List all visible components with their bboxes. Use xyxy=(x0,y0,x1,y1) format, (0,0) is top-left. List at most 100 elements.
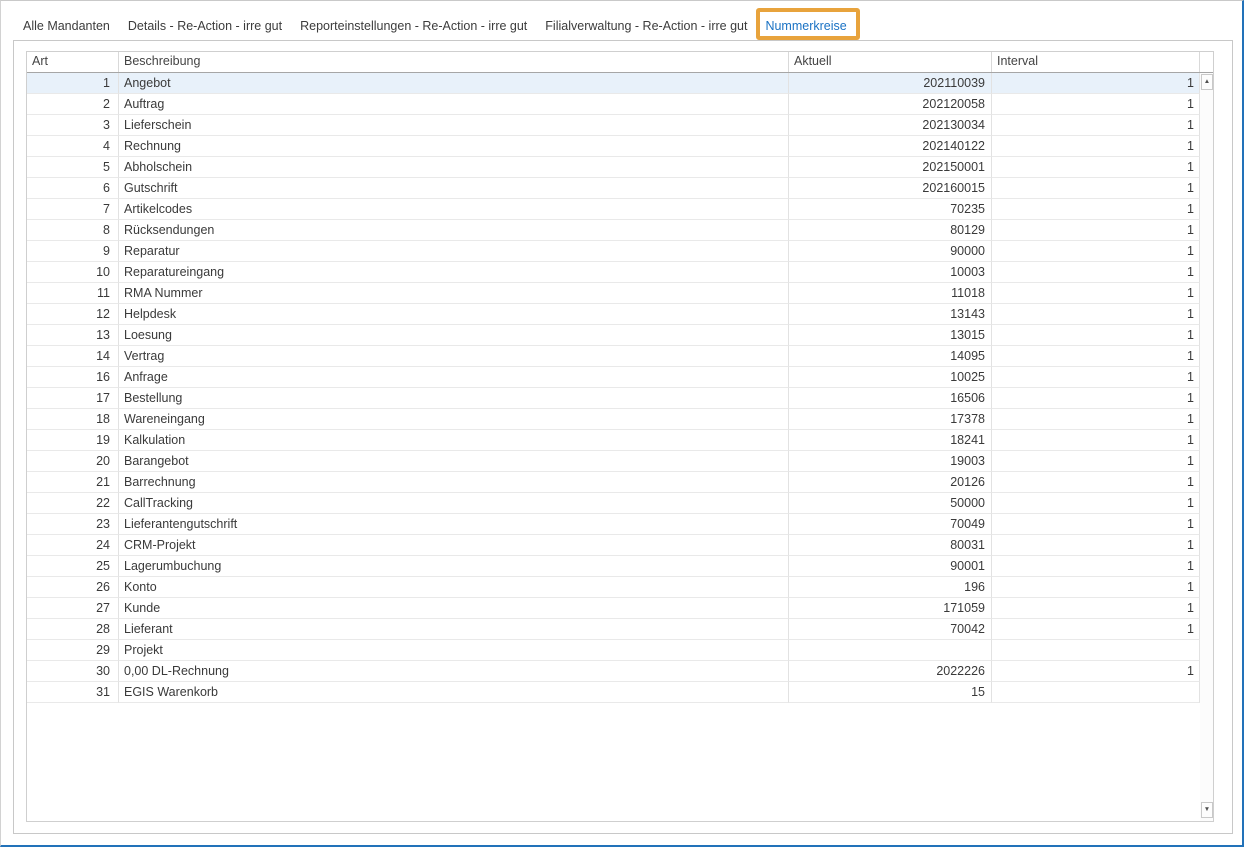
table-row[interactable]: 8Rücksendungen801291 xyxy=(27,220,1200,241)
cell-aktuell[interactable]: 202130034 xyxy=(789,115,992,136)
table-row[interactable]: 29Projekt xyxy=(27,640,1200,661)
cell-aktuell[interactable]: 15 xyxy=(789,682,992,703)
cell-aktuell[interactable]: 202140122 xyxy=(789,136,992,157)
cell-beschreibung[interactable]: Barrechnung xyxy=(119,472,789,493)
cell-interval[interactable]: 1 xyxy=(992,94,1200,115)
cell-aktuell[interactable]: 10025 xyxy=(789,367,992,388)
cell-beschreibung[interactable]: Lieferantengutschrift xyxy=(119,514,789,535)
cell-interval[interactable]: 1 xyxy=(992,388,1200,409)
cell-beschreibung[interactable]: Barangebot xyxy=(119,451,789,472)
cell-aktuell[interactable]: 70049 xyxy=(789,514,992,535)
scroll-up-button[interactable]: ▲ xyxy=(1201,74,1213,90)
cell-art[interactable]: 24 xyxy=(27,535,119,556)
cell-beschreibung[interactable]: 0,00 DL-Rechnung xyxy=(119,661,789,682)
tab-details-re-action-irre-gut[interactable]: Details - Re-Action - irre gut xyxy=(128,17,282,35)
table-row[interactable]: 10Reparatureingang100031 xyxy=(27,262,1200,283)
cell-art[interactable]: 26 xyxy=(27,577,119,598)
cell-aktuell[interactable]: 2022226 xyxy=(789,661,992,682)
table-row[interactable]: 7Artikelcodes702351 xyxy=(27,199,1200,220)
table-row[interactable]: 12Helpdesk131431 xyxy=(27,304,1200,325)
cell-beschreibung[interactable]: Loesung xyxy=(119,325,789,346)
cell-art[interactable]: 11 xyxy=(27,283,119,304)
cell-aktuell[interactable]: 90000 xyxy=(789,241,992,262)
cell-aktuell[interactable]: 90001 xyxy=(789,556,992,577)
table-row[interactable]: 300,00 DL-Rechnung20222261 xyxy=(27,661,1200,682)
cell-beschreibung[interactable]: Projekt xyxy=(119,640,789,661)
cell-beschreibung[interactable]: Wareneingang xyxy=(119,409,789,430)
cell-art[interactable]: 10 xyxy=(27,262,119,283)
cell-art[interactable]: 13 xyxy=(27,325,119,346)
cell-beschreibung[interactable]: EGIS Warenkorb xyxy=(119,682,789,703)
cell-beschreibung[interactable]: Gutschrift xyxy=(119,178,789,199)
cell-aktuell[interactable]: 202160015 xyxy=(789,178,992,199)
cell-art[interactable]: 19 xyxy=(27,430,119,451)
table-row[interactable]: 24CRM-Projekt800311 xyxy=(27,535,1200,556)
cell-art[interactable]: 14 xyxy=(27,346,119,367)
cell-aktuell[interactable]: 171059 xyxy=(789,598,992,619)
table-row[interactable]: 20Barangebot190031 xyxy=(27,451,1200,472)
cell-interval[interactable] xyxy=(992,682,1200,703)
cell-beschreibung[interactable]: Reparatureingang xyxy=(119,262,789,283)
cell-aktuell[interactable]: 80129 xyxy=(789,220,992,241)
cell-art[interactable]: 7 xyxy=(27,199,119,220)
cell-art[interactable]: 18 xyxy=(27,409,119,430)
table-row[interactable]: 6Gutschrift2021600151 xyxy=(27,178,1200,199)
cell-beschreibung[interactable]: Lieferschein xyxy=(119,115,789,136)
cell-beschreibung[interactable]: Helpdesk xyxy=(119,304,789,325)
column-header-interval[interactable]: Interval xyxy=(992,52,1200,72)
cell-interval[interactable]: 1 xyxy=(992,535,1200,556)
cell-art[interactable]: 4 xyxy=(27,136,119,157)
cell-aktuell[interactable]: 17378 xyxy=(789,409,992,430)
cell-art[interactable]: 27 xyxy=(27,598,119,619)
table-row[interactable]: 9Reparatur900001 xyxy=(27,241,1200,262)
cell-beschreibung[interactable]: Angebot xyxy=(119,73,789,94)
cell-art[interactable]: 22 xyxy=(27,493,119,514)
cell-beschreibung[interactable]: RMA Nummer xyxy=(119,283,789,304)
cell-interval[interactable]: 1 xyxy=(992,199,1200,220)
table-row[interactable]: 17Bestellung165061 xyxy=(27,388,1200,409)
cell-aktuell[interactable]: 19003 xyxy=(789,451,992,472)
cell-art[interactable]: 12 xyxy=(27,304,119,325)
cell-art[interactable]: 2 xyxy=(27,94,119,115)
table-row[interactable]: 21Barrechnung201261 xyxy=(27,472,1200,493)
cell-aktuell[interactable]: 80031 xyxy=(789,535,992,556)
column-header-beschreibung[interactable]: Beschreibung xyxy=(119,52,789,72)
table-row[interactable]: 28Lieferant700421 xyxy=(27,619,1200,640)
cell-art[interactable]: 8 xyxy=(27,220,119,241)
table-row[interactable]: 25Lagerumbuchung900011 xyxy=(27,556,1200,577)
column-header-aktuell[interactable]: Aktuell xyxy=(789,52,992,72)
scroll-down-button[interactable]: ▼ xyxy=(1201,802,1213,818)
cell-interval[interactable]: 1 xyxy=(992,493,1200,514)
table-row[interactable]: 27Kunde1710591 xyxy=(27,598,1200,619)
cell-art[interactable]: 9 xyxy=(27,241,119,262)
cell-interval[interactable]: 1 xyxy=(992,577,1200,598)
cell-interval[interactable]: 1 xyxy=(992,283,1200,304)
cell-beschreibung[interactable]: Reparatur xyxy=(119,241,789,262)
cell-art[interactable]: 3 xyxy=(27,115,119,136)
cell-interval[interactable]: 1 xyxy=(992,115,1200,136)
cell-aktuell[interactable]: 13015 xyxy=(789,325,992,346)
cell-art[interactable]: 17 xyxy=(27,388,119,409)
cell-art[interactable]: 20 xyxy=(27,451,119,472)
cell-beschreibung[interactable]: Kunde xyxy=(119,598,789,619)
table-row[interactable]: 1Angebot2021100391 xyxy=(27,73,1200,94)
table-row[interactable]: 26Konto1961 xyxy=(27,577,1200,598)
table-row[interactable]: 22CallTracking500001 xyxy=(27,493,1200,514)
cell-interval[interactable]: 1 xyxy=(992,598,1200,619)
cell-beschreibung[interactable]: Artikelcodes xyxy=(119,199,789,220)
table-row[interactable]: 13Loesung130151 xyxy=(27,325,1200,346)
cell-aktuell[interactable]: 13143 xyxy=(789,304,992,325)
cell-beschreibung[interactable]: Vertrag xyxy=(119,346,789,367)
tab-nummerkreise[interactable]: Nummerkreise xyxy=(765,17,846,35)
cell-interval[interactable]: 1 xyxy=(992,73,1200,94)
cell-interval[interactable]: 1 xyxy=(992,262,1200,283)
cell-aktuell[interactable]: 202150001 xyxy=(789,157,992,178)
cell-interval[interactable]: 1 xyxy=(992,346,1200,367)
cell-aktuell[interactable]: 14095 xyxy=(789,346,992,367)
table-row[interactable]: 23Lieferantengutschrift700491 xyxy=(27,514,1200,535)
cell-beschreibung[interactable]: CRM-Projekt xyxy=(119,535,789,556)
cell-aktuell[interactable]: 16506 xyxy=(789,388,992,409)
cell-aktuell[interactable] xyxy=(789,640,992,661)
cell-art[interactable]: 30 xyxy=(27,661,119,682)
table-row[interactable]: 31EGIS Warenkorb15 xyxy=(27,682,1200,703)
